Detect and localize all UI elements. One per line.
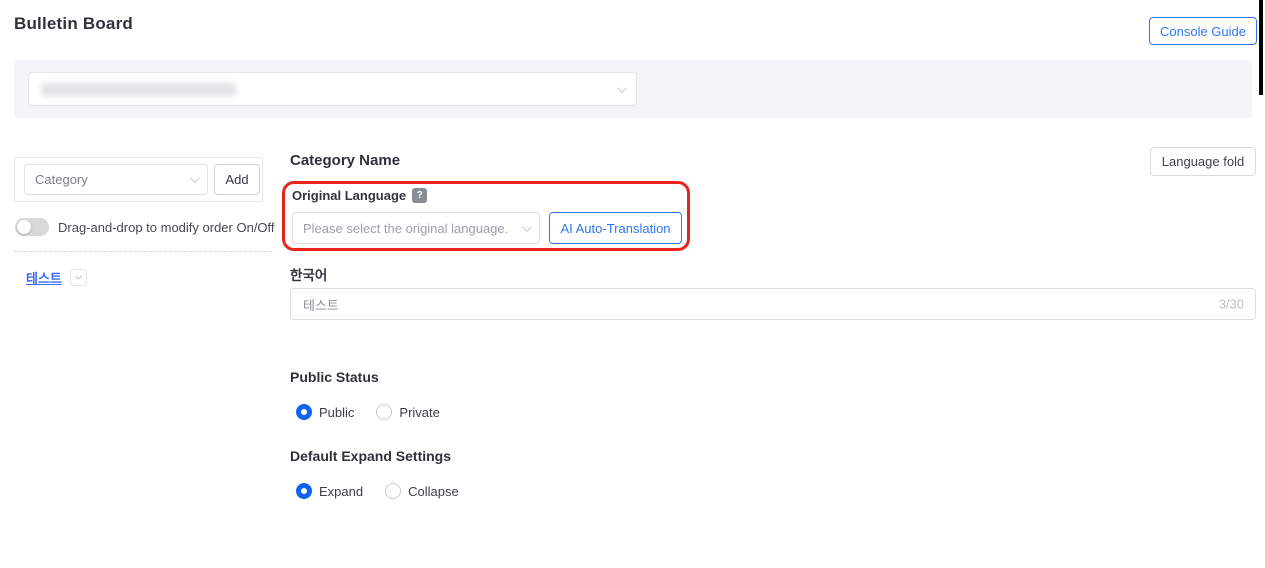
original-language-label-row: Original Language ?	[292, 188, 427, 203]
language-fold-button[interactable]: Language fold	[1150, 147, 1256, 176]
chevron-down-icon	[522, 222, 532, 232]
question-mark-icon[interactable]: ?	[412, 188, 427, 203]
radio-unselected-icon[interactable]	[385, 483, 401, 499]
console-guide-button[interactable]: Console Guide	[1149, 17, 1257, 45]
scrollbar[interactable]	[1259, 0, 1263, 95]
category-add-box: Category Add	[14, 157, 263, 202]
redacted-board-name	[41, 83, 236, 96]
page-title: Bulletin Board	[14, 14, 133, 34]
radio-selected-icon[interactable]	[296, 483, 312, 499]
original-language-label: Original Language	[292, 188, 406, 203]
board-select-dropdown[interactable]	[28, 72, 637, 106]
korean-name-input-wrap: 3/30	[290, 288, 1256, 320]
section-title-category-name: Category Name	[290, 152, 400, 169]
radio-label: Expand	[319, 484, 363, 499]
public-status-radio-group: Public Private	[296, 404, 440, 420]
public-status-title: Public Status	[290, 369, 379, 385]
category-item-expand-button[interactable]	[70, 269, 87, 286]
add-category-button[interactable]: Add	[214, 164, 260, 195]
category-type-select[interactable]: Category	[24, 164, 208, 195]
radio-unselected-icon[interactable]	[376, 404, 392, 420]
radio-option-collapse[interactable]: Collapse	[385, 483, 459, 499]
toggle-knob	[17, 220, 31, 234]
radio-option-public[interactable]: Public	[296, 404, 354, 420]
char-counter: 3/30	[1219, 297, 1244, 312]
radio-option-private[interactable]: Private	[376, 404, 439, 420]
radio-label: Private	[399, 405, 439, 420]
chevron-down-icon	[190, 173, 200, 183]
chevron-down-icon	[617, 83, 627, 93]
category-list-item: 테스트	[26, 268, 87, 287]
board-selector-panel	[14, 60, 1252, 118]
sidebar-divider	[14, 251, 272, 252]
radio-option-expand[interactable]: Expand	[296, 483, 363, 499]
default-expand-title: Default Expand Settings	[290, 448, 451, 464]
drag-drop-toggle[interactable]	[15, 218, 49, 236]
category-select-value: Category	[35, 172, 88, 187]
category-item-link[interactable]: 테스트	[26, 268, 62, 287]
bulletin-board-page: Bulletin Board Console Guide Category Ad…	[0, 0, 1265, 568]
radio-selected-icon[interactable]	[296, 404, 312, 420]
drag-drop-toggle-label: Drag-and-drop to modify order On/Off	[58, 220, 275, 235]
korean-field-label: 한국어	[290, 264, 327, 284]
default-expand-radio-group: Expand Collapse	[296, 483, 459, 499]
original-language-placeholder: Please select the original language.	[303, 221, 508, 236]
korean-name-input[interactable]	[290, 288, 1256, 320]
drag-drop-toggle-row: Drag-and-drop to modify order On/Off	[15, 218, 275, 236]
chevron-down-icon	[75, 273, 82, 280]
ai-auto-translation-button[interactable]: AI Auto-Translation	[549, 212, 682, 244]
radio-label: Public	[319, 405, 354, 420]
radio-label: Collapse	[408, 484, 459, 499]
original-language-select[interactable]: Please select the original language.	[292, 212, 540, 244]
